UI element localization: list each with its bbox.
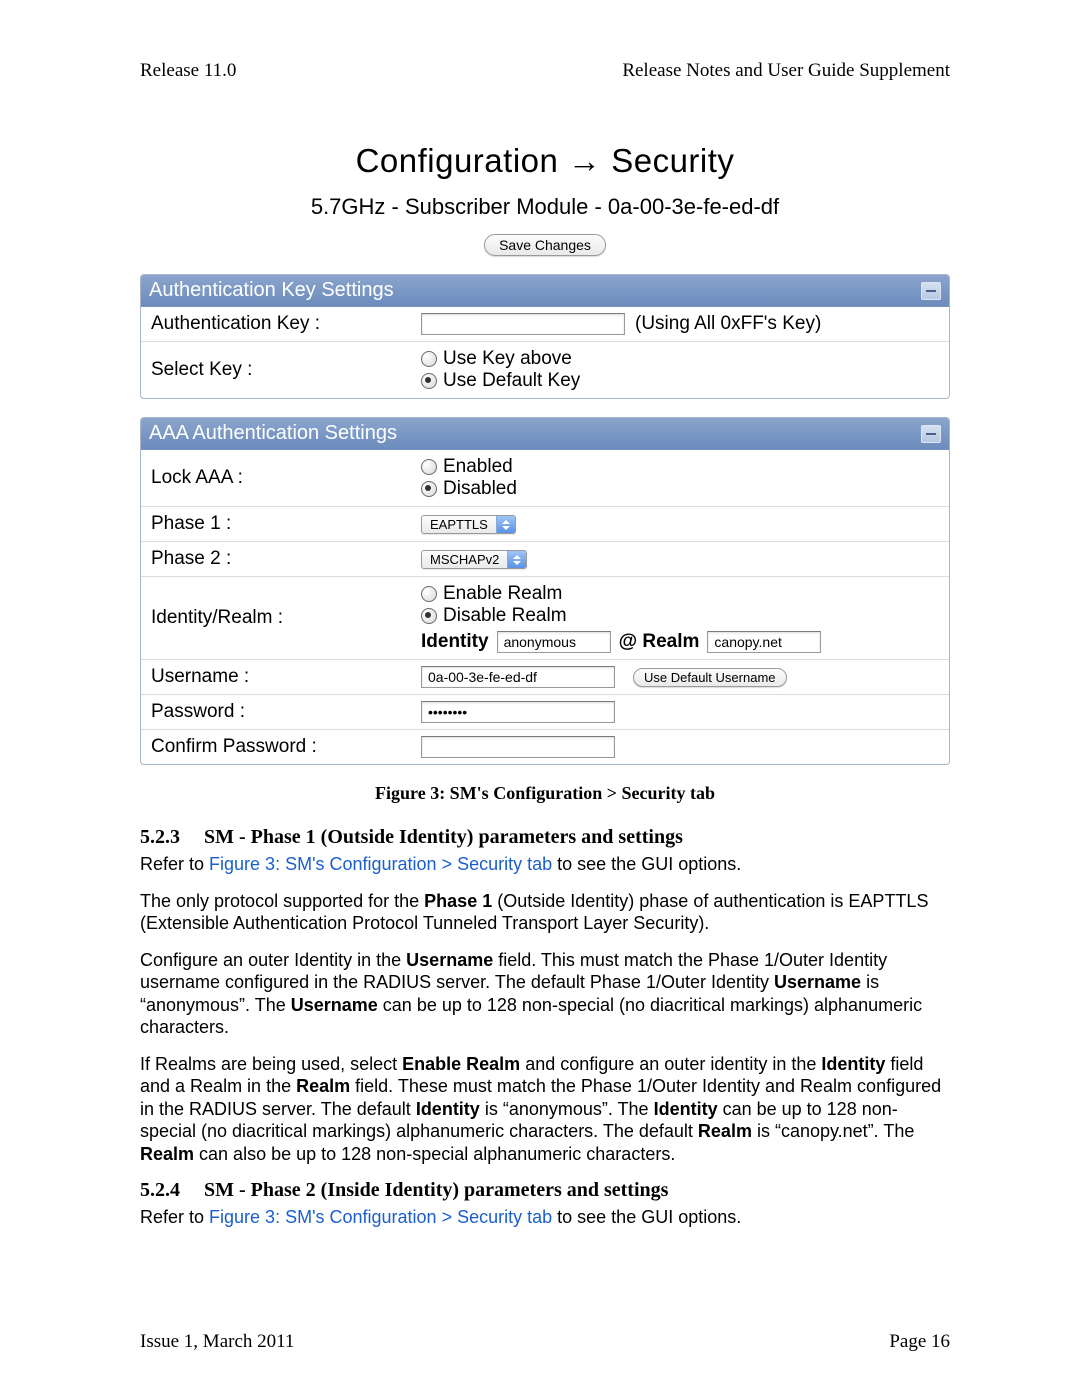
radio-label: Use Key above	[443, 348, 572, 370]
chevron-updown-icon	[507, 551, 526, 568]
radio-label: Disable Realm	[443, 605, 567, 627]
section-number: 5.2.3	[140, 826, 204, 849]
header-release: Release 11.0	[140, 60, 236, 82]
panel-title: Authentication Key Settings	[149, 279, 394, 302]
phase1-select[interactable]: EAPTTLS	[421, 515, 516, 534]
radio-enable-realm[interactable]: Enable Realm	[421, 583, 939, 605]
realm-input[interactable]	[707, 631, 821, 653]
body-paragraph: If Realms are being used, select Enable …	[140, 1053, 950, 1166]
section-number: 5.2.4	[140, 1179, 204, 1202]
arrow-right-icon: →	[568, 142, 602, 179]
header-title: Release Notes and User Guide Supplement	[622, 60, 950, 82]
radio-use-default-key[interactable]: Use Default Key	[421, 370, 939, 392]
select-value: MSCHAPv2	[422, 551, 507, 568]
aaa-panel: AAA Authentication Settings Lock AAA : E…	[140, 417, 950, 765]
radio-icon	[421, 373, 437, 389]
running-header: Release 11.0 Release Notes and User Guid…	[140, 60, 950, 82]
section-title: SM - Phase 1 (Outside Identity) paramete…	[204, 826, 683, 848]
auth-key-panel: Authentication Key Settings Authenticati…	[140, 274, 950, 399]
auth-key-hint: (Using All 0xFF's Key)	[635, 313, 939, 335]
radio-icon	[421, 608, 437, 624]
select-value: EAPTTLS	[422, 516, 496, 533]
section-heading-523: 5.2.3SM - Phase 1 (Outside Identity) par…	[140, 826, 950, 849]
password-label: Password :	[141, 695, 411, 730]
radio-label: Enable Realm	[443, 583, 562, 605]
collapse-icon[interactable]	[921, 282, 941, 300]
figure-link[interactable]: Figure 3: SM's Configuration > Security …	[209, 854, 552, 874]
username-label: Username :	[141, 660, 411, 695]
body-paragraph: Refer to Figure 3: SM's Configuration > …	[140, 1206, 950, 1229]
radio-label: Use Default Key	[443, 370, 580, 392]
radio-use-key-above[interactable]: Use Key above	[421, 348, 939, 370]
page-title: Configuration → Security	[140, 142, 950, 180]
chevron-updown-icon	[496, 516, 515, 533]
identity-input[interactable]	[497, 631, 611, 653]
title-right: Security	[611, 142, 734, 179]
confirm-password-input[interactable]	[421, 736, 615, 758]
collapse-icon[interactable]	[921, 425, 941, 443]
confirm-password-label: Confirm Password :	[141, 730, 411, 765]
radio-disable-realm[interactable]: Disable Realm	[421, 605, 939, 627]
section-heading-524: 5.2.4SM - Phase 2 (Inside Identity) para…	[140, 1179, 950, 1202]
figure-caption: Figure 3: SM's Configuration > Security …	[140, 783, 950, 804]
radio-lock-disabled[interactable]: Disabled	[421, 478, 939, 500]
auth-key-input[interactable]	[421, 313, 625, 335]
body-paragraph: Refer to Figure 3: SM's Configuration > …	[140, 853, 950, 876]
phase2-label: Phase 2 :	[141, 542, 411, 577]
figure-link[interactable]: Figure 3: SM's Configuration > Security …	[209, 1207, 552, 1227]
identity-realm-label: Identity/Realm :	[141, 577, 411, 660]
at-realm-label: @ Realm	[619, 631, 700, 653]
running-footer: Issue 1, March 2011 Page 16	[140, 1331, 950, 1353]
footer-page: Page 16	[889, 1331, 950, 1353]
radio-icon	[421, 586, 437, 602]
phase1-label: Phase 1 :	[141, 507, 411, 542]
phase2-select[interactable]: MSCHAPv2	[421, 550, 527, 569]
radio-icon	[421, 351, 437, 367]
use-default-username-button[interactable]: Use Default Username	[633, 668, 787, 687]
panel-title: AAA Authentication Settings	[149, 422, 397, 445]
title-left: Configuration	[356, 142, 559, 179]
radio-label: Disabled	[443, 478, 517, 500]
radio-lock-enabled[interactable]: Enabled	[421, 456, 939, 478]
footer-issue: Issue 1, March 2011	[140, 1331, 294, 1353]
page-title-block: Configuration → Security 5.7GHz - Subscr…	[140, 142, 950, 220]
radio-icon	[421, 459, 437, 475]
username-input[interactable]	[421, 666, 615, 688]
lock-aaa-label: Lock AAA :	[141, 450, 411, 507]
save-changes-button[interactable]: Save Changes	[484, 234, 606, 256]
section-title: SM - Phase 2 (Inside Identity) parameter…	[204, 1179, 668, 1201]
password-input[interactable]	[421, 701, 615, 723]
radio-label: Enabled	[443, 456, 513, 478]
auth-key-label: Authentication Key :	[141, 307, 411, 342]
identity-word: Identity	[421, 631, 489, 653]
page-subtitle: 5.7GHz - Subscriber Module - 0a-00-3e-fe…	[140, 194, 950, 220]
body-paragraph: The only protocol supported for the Phas…	[140, 890, 950, 935]
radio-icon	[421, 481, 437, 497]
select-key-label: Select Key :	[141, 342, 411, 399]
body-paragraph: Configure an outer Identity in the Usern…	[140, 949, 950, 1039]
document-page: Release 11.0 Release Notes and User Guid…	[0, 0, 1080, 1397]
